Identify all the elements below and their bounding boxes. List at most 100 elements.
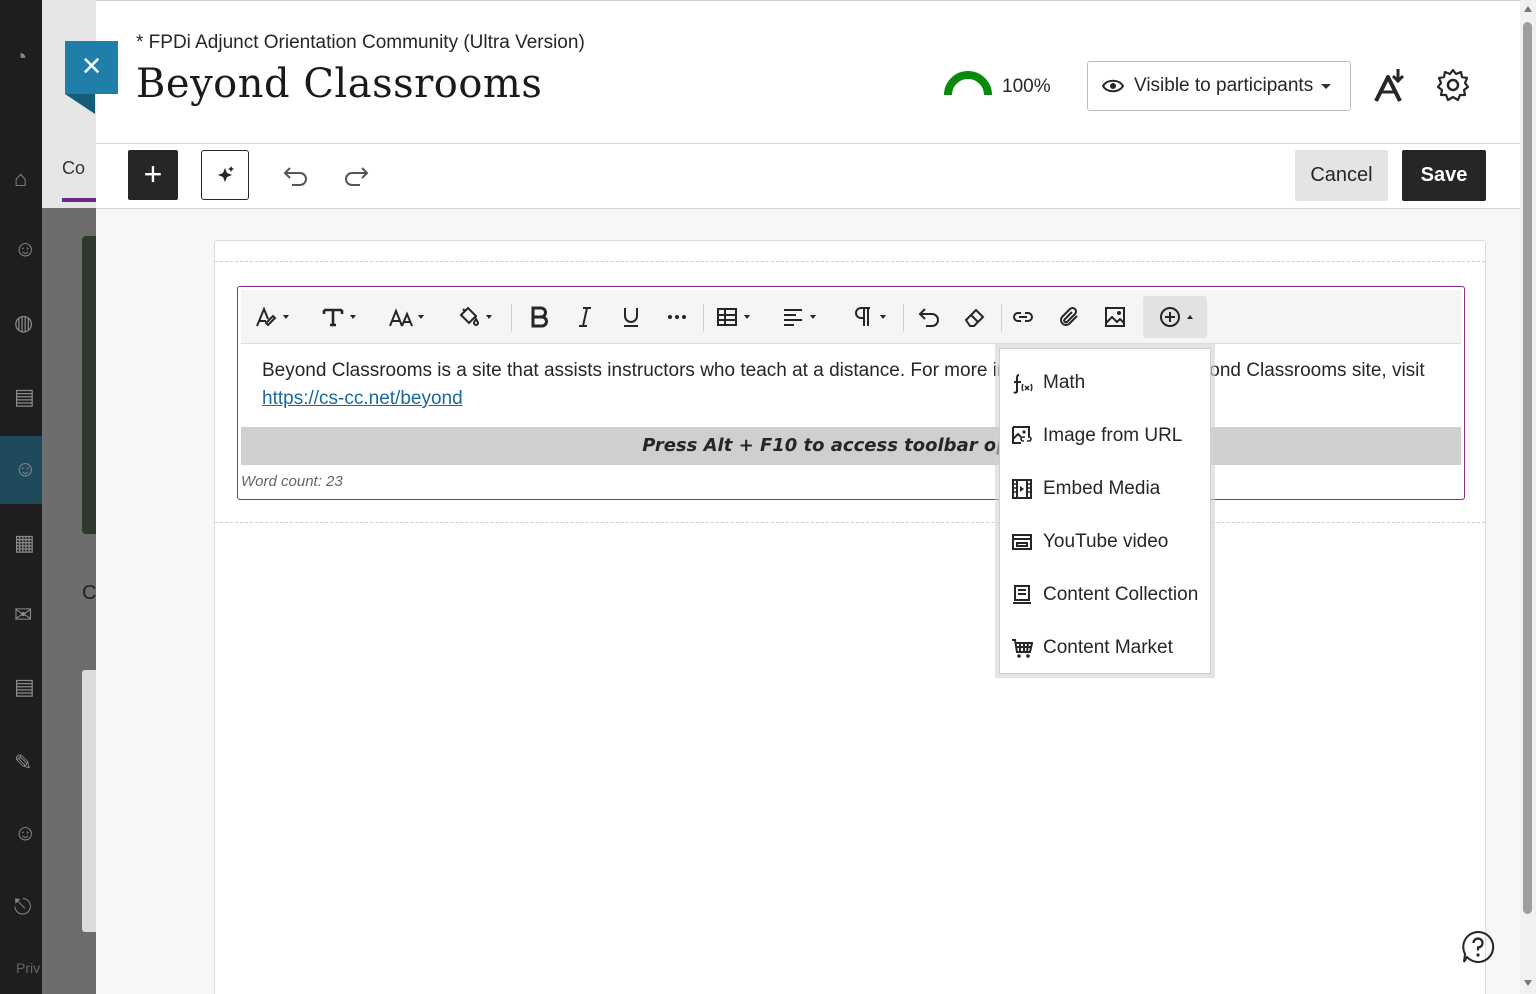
- clear-format-button[interactable]: [955, 296, 995, 338]
- visibility-dropdown[interactable]: Visible to participants: [1087, 61, 1351, 111]
- text-style-button[interactable]: [249, 296, 293, 338]
- messages-icon: ✉: [14, 602, 33, 627]
- menu-item-label: Math: [1043, 371, 1086, 393]
- paragraph-button[interactable]: [845, 296, 891, 338]
- drop-zone-divider: [215, 261, 1485, 262]
- save-button[interactable]: Save: [1402, 150, 1486, 201]
- scroll-down-icon[interactable]: [1524, 980, 1532, 986]
- bold-icon: [531, 306, 548, 328]
- menu-item-label: Content Collection: [1043, 583, 1199, 605]
- editor-content[interactable]: Beyond Classrooms is a site that assists…: [262, 357, 1442, 413]
- chevron-down-icon: [1321, 83, 1332, 89]
- film-icon: [1012, 478, 1032, 499]
- link-button[interactable]: [1003, 296, 1043, 338]
- profile-icon: ☺: [14, 236, 37, 261]
- paint-bucket-icon: [459, 306, 479, 326]
- link-icon: [1013, 312, 1033, 322]
- tools-icon: ☺: [14, 820, 37, 845]
- align-left-icon: [783, 309, 802, 326]
- video-window-icon: [1012, 533, 1032, 550]
- menu-item-embed-media[interactable]: Embed Media: [1000, 462, 1210, 515]
- font-size-button[interactable]: [383, 296, 429, 338]
- drop-zone-divider-bottom: [215, 522, 1485, 523]
- visibility-label: Visible to participants: [1134, 75, 1314, 96]
- help-icon[interactable]: [1461, 930, 1495, 964]
- courses-icon: ▤: [14, 384, 35, 409]
- table-icon: [716, 308, 737, 326]
- text-style-icon: [255, 306, 276, 327]
- paragraph-icon: [854, 307, 870, 326]
- underline-button[interactable]: [611, 296, 651, 338]
- insert-content-button[interactable]: [1143, 296, 1207, 338]
- institution-icon: ⌂: [14, 166, 28, 191]
- signout-icon: ⎋: [14, 894, 32, 919]
- image-icon: [1105, 307, 1125, 327]
- document-card: Beyond Classrooms is a site that assists…: [214, 240, 1486, 994]
- progress-gauge-icon: [944, 71, 992, 96]
- menu-item-youtube-video[interactable]: YouTube video: [1000, 515, 1210, 568]
- document-canvas: Beyond Classrooms is a site that assists…: [96, 209, 1520, 994]
- rich-text-editor[interactable]: Beyond Classrooms is a site that assists…: [237, 286, 1465, 500]
- menu-item-label: Embed Media: [1043, 477, 1161, 499]
- menu-item-image-from-url[interactable]: Image from URL: [1000, 409, 1210, 462]
- background-content: Co C: [42, 0, 102, 994]
- word-count: Word count: 23: [241, 473, 343, 490]
- table-button[interactable]: [709, 296, 755, 338]
- menu-item-label: YouTube video: [1043, 530, 1169, 552]
- panel-header: * FPDi Adjunct Orientation Community (Ul…: [96, 1, 1520, 144]
- toolbar-hint: Press Alt + F10 to access toolbar option…: [241, 427, 1461, 465]
- eye-icon: [1102, 79, 1124, 93]
- menu-item-label: Image from URL: [1043, 424, 1183, 446]
- menu-item-math[interactable]: Math: [1000, 356, 1210, 409]
- undo-icon[interactable]: [282, 162, 310, 188]
- image-url-icon: [1012, 425, 1032, 444]
- add-content-button[interactable]: +: [128, 150, 178, 200]
- globe-icon: ◍: [14, 310, 34, 335]
- highlight-button[interactable]: [451, 296, 497, 338]
- font-size-icon: [388, 308, 413, 327]
- privacy-link: Priv: [16, 960, 41, 976]
- attach-button[interactable]: [1049, 296, 1089, 338]
- accessibility-icon[interactable]: [1372, 67, 1408, 103]
- editor-undo-button[interactable]: [909, 296, 949, 338]
- image-button[interactable]: [1095, 296, 1135, 338]
- redo-icon[interactable]: [342, 162, 370, 188]
- organizations-icon: ☺: [14, 456, 37, 481]
- menu-item-content-market[interactable]: Content Market: [1000, 621, 1210, 674]
- collection-icon: [1013, 584, 1031, 604]
- progress-label: 100%: [1002, 76, 1051, 97]
- cart-icon: [1012, 638, 1033, 658]
- editor-toolbar: [241, 290, 1461, 344]
- scroll-up-icon[interactable]: [1524, 6, 1532, 12]
- underline-icon: [624, 308, 638, 327]
- background-heading: C: [82, 582, 97, 604]
- close-panel-button[interactable]: ×: [65, 41, 118, 94]
- more-icon: [668, 315, 686, 319]
- heading-icon: [322, 308, 343, 327]
- background-tab: Co: [62, 158, 86, 178]
- beyond-link[interactable]: https://cs-cc.net/beyond: [262, 388, 463, 409]
- edit-icon: ✎: [14, 750, 33, 775]
- cancel-button[interactable]: Cancel: [1295, 150, 1388, 201]
- undo-icon: [918, 308, 939, 327]
- panel-toolbar: + Cancel Save: [96, 144, 1520, 209]
- bold-button[interactable]: [519, 296, 559, 338]
- ai-assist-button[interactable]: [201, 150, 249, 200]
- gear-icon[interactable]: [1436, 68, 1470, 102]
- logo-icon: ◔: [14, 44, 28, 69]
- add-circle-icon: [1159, 307, 1180, 327]
- scrollbar[interactable]: [1520, 0, 1536, 994]
- breadcrumb: * FPDi Adjunct Orientation Community (Ul…: [136, 32, 585, 53]
- more-button[interactable]: [657, 296, 697, 338]
- sparkle-icon: [218, 166, 234, 182]
- menu-item-content-collection[interactable]: Content Collection: [1000, 568, 1210, 621]
- italic-icon: [579, 307, 591, 327]
- calendar-icon: ▦: [14, 530, 35, 555]
- insert-content-menu: Math Image from URL Embed Media YouTube …: [999, 348, 1211, 674]
- italic-button[interactable]: [565, 296, 605, 338]
- heading-button[interactable]: [315, 296, 361, 338]
- paperclip-icon: [1060, 306, 1078, 326]
- scrollbar-thumb[interactable]: [1523, 22, 1532, 914]
- align-button[interactable]: [775, 296, 821, 338]
- content-editor-panel: * FPDi Adjunct Orientation Community (Ul…: [96, 0, 1520, 994]
